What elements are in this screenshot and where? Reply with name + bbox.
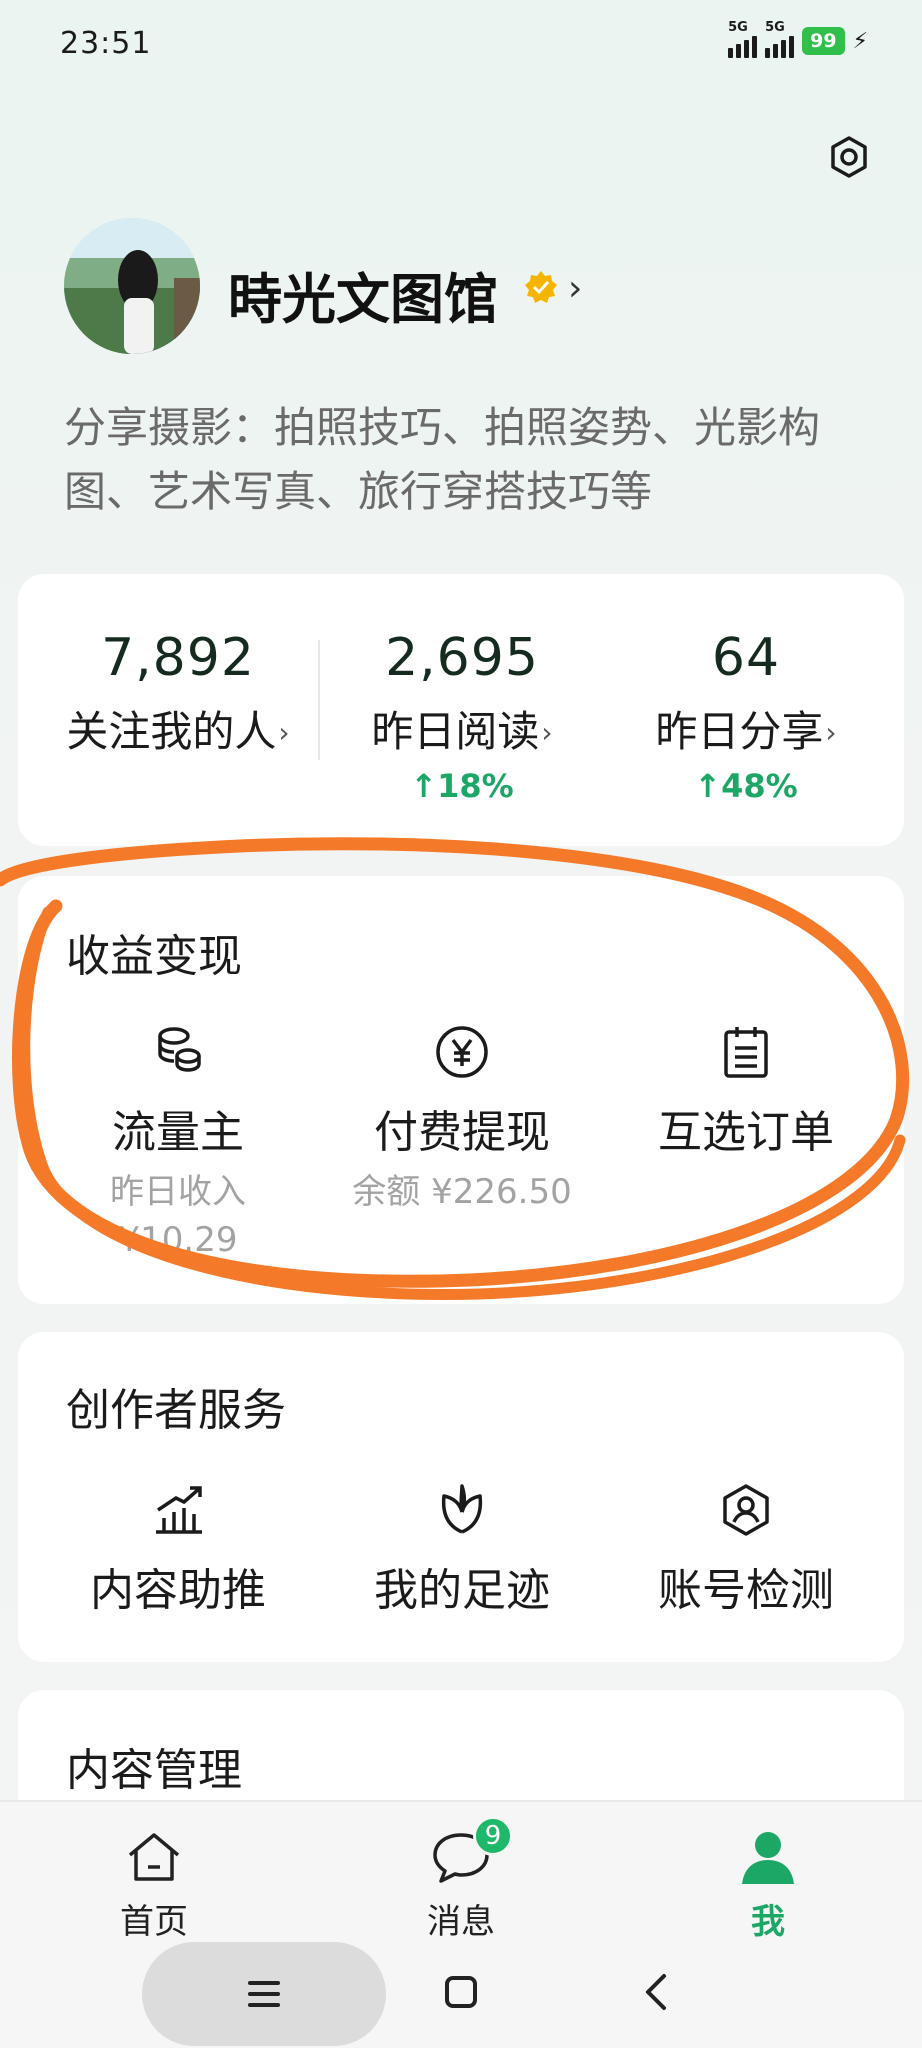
home-button[interactable] [436, 1962, 486, 2022]
feature-sub: 昨日收入 ¥10.29 [110, 1172, 246, 1260]
chart-growth-icon [148, 1480, 208, 1540]
status-bar: 23:51 5G 5G 99 ⚡ [0, 0, 922, 90]
stat-followers[interactable]: 7,892 关注我的人› [38, 628, 318, 759]
nav-home[interactable]: 首页 [74, 1826, 234, 1943]
user-shield-icon [716, 1480, 776, 1540]
home-icon [74, 1826, 234, 1888]
recent-apps-button[interactable] [142, 1942, 386, 2046]
person-icon [688, 1826, 848, 1888]
back-arrow-icon [646, 1974, 666, 2010]
feature-paid-withdraw[interactable]: 付费提现 余额 ¥226.50 [322, 1022, 602, 1216]
section-title: 创作者服务 [66, 1385, 286, 1436]
signal-icon: 5G [765, 20, 795, 58]
nav-messages[interactable]: 9 消息 [381, 1816, 541, 1943]
feature-label: 付费提现 [374, 1107, 550, 1158]
feature-label: 我的足迹 [374, 1565, 550, 1616]
stat-value: 64 [711, 628, 781, 688]
section-title: 收益变现 [66, 931, 242, 982]
stat-value: 2,695 [385, 628, 539, 688]
nav-me[interactable]: 我 [688, 1826, 848, 1943]
battery-icon: 99 [802, 27, 845, 55]
earnings-card: 收益变现 流量主 昨日收入 ¥10.29 付费提现 余额 ¥226.50 互选订… [18, 876, 904, 1304]
charging-icon: ⚡ [852, 28, 868, 54]
stat-label: 关注我的人› [66, 707, 290, 756]
leaf-icon [432, 1480, 492, 1540]
chevron-right-icon: › [825, 716, 837, 749]
system-nav-bar [0, 1936, 922, 2048]
feature-label: 流量主 [112, 1107, 244, 1158]
feature-sub: 余额 ¥226.50 [352, 1172, 572, 1212]
chevron-right-icon: › [541, 716, 553, 749]
stat-shares[interactable]: 64 昨日分享› ↑48% [606, 628, 886, 805]
square-icon [445, 1976, 477, 2008]
back-button[interactable] [630, 1962, 680, 2022]
menu-icon [248, 1981, 280, 2007]
section-title: 内容管理 [66, 1745, 242, 1796]
stat-label: 昨日阅读› [371, 707, 553, 756]
profile-name[interactable]: 時光文图馆 [228, 255, 498, 334]
stats-card: 7,892 关注我的人› 2,695 昨日阅读› ↑18% 64 昨日分享› ↑… [18, 574, 904, 846]
chevron-right-icon: › [278, 716, 290, 749]
feature-account-check[interactable]: 账号检测 [606, 1480, 886, 1618]
clipboard-icon [716, 1022, 776, 1082]
status-time: 23:51 [60, 26, 152, 61]
feature-label: 账号检测 [658, 1565, 834, 1616]
feature-mutual-orders[interactable]: 互选订单 [606, 1022, 886, 1160]
stat-reads[interactable]: 2,695 昨日阅读› ↑18% [322, 628, 602, 805]
coins-icon [148, 1022, 208, 1082]
status-indicators: 5G 5G 99 ⚡ [728, 20, 868, 58]
settings-button[interactable] [822, 130, 876, 184]
divider [318, 640, 320, 760]
stat-value: 7,892 [101, 628, 255, 688]
feature-label: 内容助推 [90, 1565, 266, 1616]
chevron-right-icon[interactable]: › [568, 268, 582, 309]
stat-change: ↑18% [410, 767, 514, 805]
verified-badge-icon [525, 271, 557, 303]
feature-traffic-owner[interactable]: 流量主 昨日收入 ¥10.29 [38, 1022, 318, 1264]
chat-icon: 9 [381, 1816, 541, 1888]
yen-icon [432, 1022, 492, 1082]
unread-badge: 9 [473, 1816, 513, 1856]
stat-label: 昨日分享› [655, 707, 837, 756]
feature-label: 互选订单 [658, 1107, 834, 1158]
profile-bio: 分享摄影：拍照技巧、拍照姿势、光影构图、艺术写真、旅行穿搭技巧等 [64, 403, 821, 516]
gear-icon [831, 136, 867, 178]
feature-my-footprint[interactable]: 我的足迹 [322, 1480, 602, 1618]
avatar[interactable] [64, 218, 200, 354]
network-type-label: 5G [728, 20, 748, 35]
feature-content-boost[interactable]: 内容助推 [38, 1480, 318, 1618]
creator-services-card: 创作者服务 内容助推 我的足迹 账号检测 [18, 1332, 904, 1662]
stat-change: ↑48% [694, 767, 798, 805]
signal-icon: 5G [728, 20, 758, 58]
network-type-label: 5G [765, 20, 785, 35]
